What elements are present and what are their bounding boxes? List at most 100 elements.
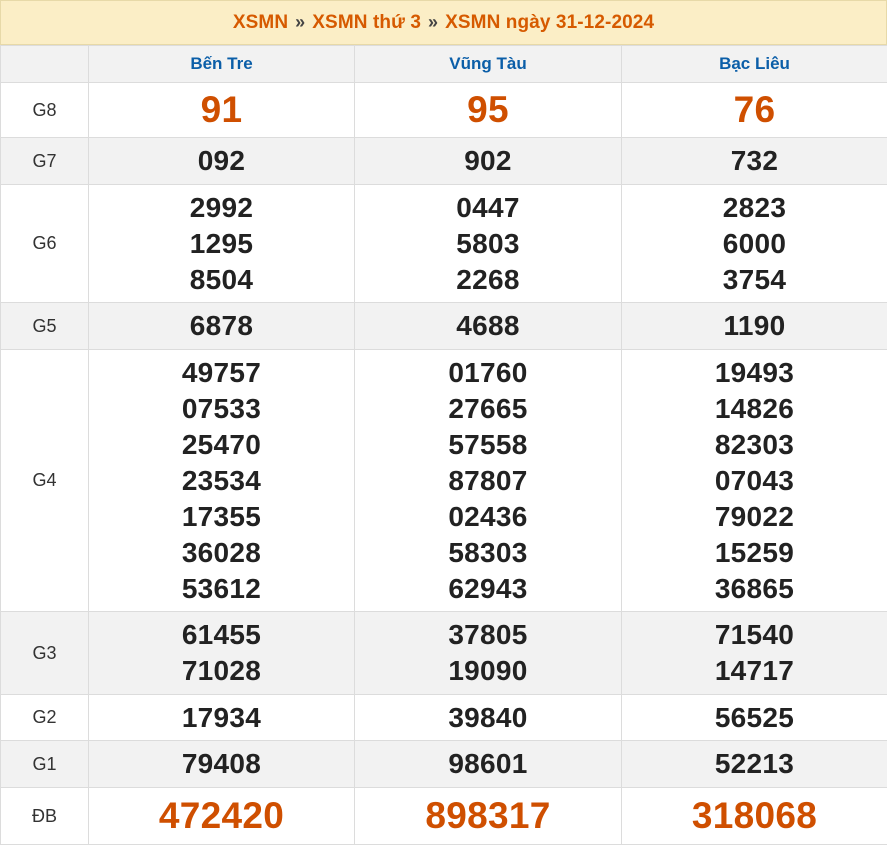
province-name: Bạc Liêu [719,54,790,73]
prize-cell: 56525 [621,694,887,741]
prize-cell: 76 [621,82,887,138]
prize-number: 8504 [189,263,254,295]
prize-cell: 98601 [354,740,622,788]
prize-number: 79022 [714,500,795,532]
prize-cell: 19493 14826 82303 07043 79022 15259 36865 [621,349,887,612]
header-corner [0,45,89,83]
prize-cell: 472420 [88,787,355,845]
prize-number: 4688 [456,310,520,341]
prize-number: 71028 [181,655,262,686]
breadcrumb-link-xsmn[interactable]: XSMN [233,12,288,34]
prize-label: G4 [0,349,89,612]
prize-number: 02436 [448,500,528,532]
prize-number: 87807 [448,464,528,496]
prize-cell: 732 [621,137,887,185]
prize-body: G8 91 95 76 G7 092 902 732 G6 2992 1295 8504 0447 580… [0,82,887,845]
province-name: Bến Tre [190,54,253,73]
prize-row-g7: G7 092 902 732 [0,137,887,185]
province-header[interactable]: Vũng Tàu [354,45,622,83]
province-header[interactable]: Bạc Liêu [621,45,887,83]
prize-cell: 79408 [88,740,355,788]
prize-label: G7 [0,137,89,185]
header-row: Bến Tre Vũng Tàu Bạc Liêu [0,45,887,83]
prize-cell: 1190 [621,302,887,350]
prize-cell: 39840 [354,694,622,741]
prize-number: 58303 [448,536,528,568]
prize-row-db: ĐB 472420 898317 318068 [0,787,887,845]
prize-number: 6878 [189,310,254,341]
prize-row-g1: G1 79408 98601 52213 [0,740,887,788]
prize-number: 2268 [456,263,520,295]
results-page: XSMN » XSMN thứ 3 » XSMN ngày 31-12-2024… [0,0,887,846]
prize-cell: 0447 5803 2268 [354,184,622,303]
prize-number: 56525 [714,701,795,733]
prize-number: 092 [197,145,246,176]
prize-cell: 092 [88,137,355,185]
prize-number: 76 [733,89,776,130]
prize-number: 2992 [189,191,254,223]
prize-number: 95 [467,89,509,130]
province-name: Vũng Tàu [449,54,527,73]
prize-number: 17934 [181,701,262,733]
prize-cell: 17934 [88,694,355,741]
prize-cell: 902 [354,137,622,185]
prize-row-g3: G3 61455 71028 37805 19090 71540 14717 [0,611,887,695]
prize-label: G2 [0,694,89,741]
prize-number: 37805 [448,619,528,650]
prize-number: 6000 [722,227,787,259]
prize-label: G3 [0,611,89,695]
prize-number: 39840 [448,701,528,733]
prize-number: 2823 [722,191,787,223]
prize-cell: 61455 71028 [88,611,355,695]
prize-row-g6: G6 2992 1295 8504 0447 5803 2268 2823 6000 3754 [0,184,887,303]
prize-label: G5 [0,302,89,350]
prize-cell: 318068 [621,787,887,845]
prize-label: G8 [0,82,89,138]
prize-number: 91 [200,89,243,130]
prize-cell: 49757 07533 25470 23534 17355 36028 53612 [88,349,355,612]
prize-number: 82303 [714,428,795,460]
prize-cell: 52213 [621,740,887,788]
prize-number: 53612 [181,572,262,604]
prize-number: 902 [464,145,512,176]
results-table: Bến Tre Vũng Tàu Bạc Liêu G8 91 95 76 G7 092 9… [0,45,887,845]
prize-row-g2: G2 17934 39840 56525 [0,694,887,741]
prize-cell: 95 [354,82,622,138]
prize-cell: 2992 1295 8504 [88,184,355,303]
prize-number: 318068 [691,795,818,836]
prize-number: 898317 [425,795,551,836]
prize-number: 36865 [714,572,795,604]
prize-cell: 6878 [88,302,355,350]
prize-label: G1 [0,740,89,788]
prize-number: 19090 [448,655,528,686]
breadcrumb-link-xsmn-thu3[interactable]: XSMN thứ 3 [312,12,421,34]
prize-cell: 71540 14717 [621,611,887,695]
province-header[interactable]: Bến Tre [88,45,355,83]
prize-label: G6 [0,184,89,303]
prize-number: 25470 [181,428,262,460]
prize-number: 1295 [189,227,254,259]
prize-number: 472420 [158,795,285,836]
prize-number: 14826 [714,392,795,424]
breadcrumb-separator: » [428,12,439,32]
prize-number: 57558 [448,428,528,460]
prize-number: 01760 [448,356,528,388]
prize-number: 1190 [723,310,786,341]
prize-number: 52213 [714,748,795,779]
prize-number: 07043 [714,464,795,496]
prize-number: 23534 [181,464,262,496]
prize-number: 62943 [448,572,528,604]
prize-label: ĐB [0,787,89,845]
breadcrumb-separator: » [295,12,306,32]
prize-number: 3754 [722,263,787,295]
prize-number: 61455 [181,619,262,650]
prize-cell: 4688 [354,302,622,350]
prize-cell: 898317 [354,787,622,845]
prize-number: 36028 [181,536,262,568]
breadcrumb-current: XSMN ngày 31-12-2024 [445,11,655,33]
prize-number: 27665 [448,392,528,424]
breadcrumb: XSMN » XSMN thứ 3 » XSMN ngày 31-12-2024 [0,0,887,45]
prize-cell: 91 [88,82,355,138]
prize-row-g8: G8 91 95 76 [0,82,887,138]
prize-number: 732 [730,145,779,176]
